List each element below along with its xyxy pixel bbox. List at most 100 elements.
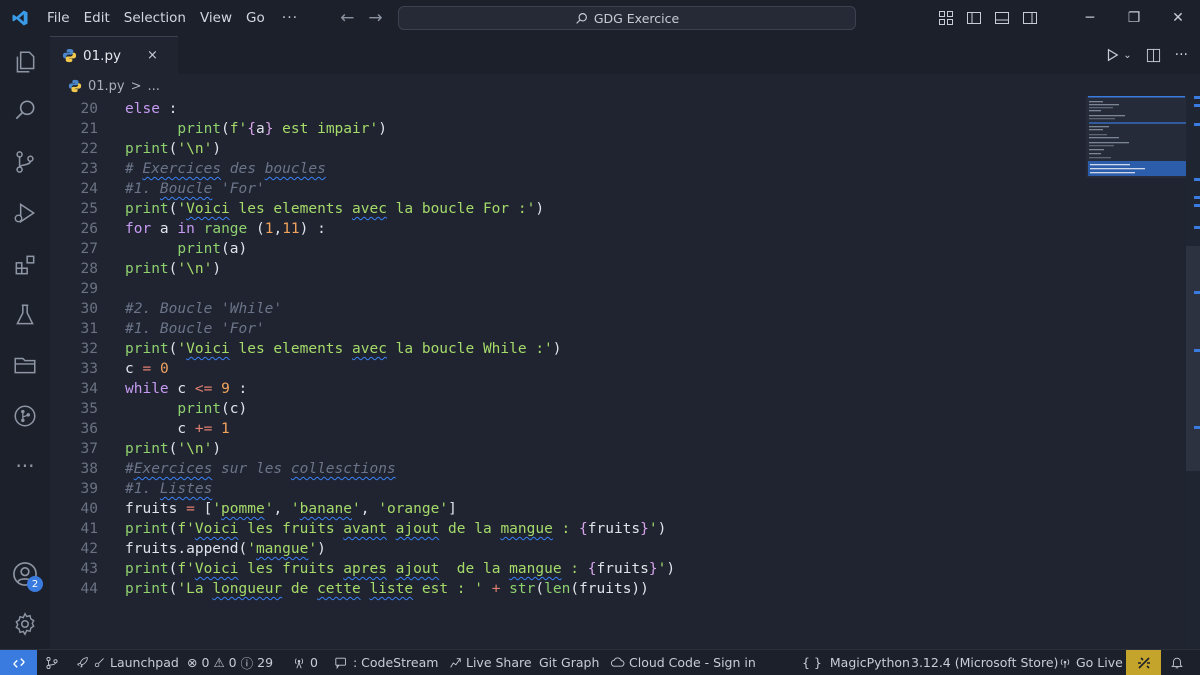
git-graph-status[interactable]: Git Graph (539, 650, 599, 675)
breadcrumb-file[interactable]: 01.py (88, 79, 125, 94)
restore-icon[interactable]: ❐ (1112, 0, 1156, 36)
code-token: ' (247, 541, 256, 557)
run-dropdown-chevron-icon[interactable]: ⌄ (1123, 50, 1131, 61)
menu-go[interactable]: Go (239, 0, 272, 36)
git-graph-icon[interactable] (0, 392, 50, 440)
code-line[interactable]: 26 for a in range (1,11) : (50, 219, 1086, 239)
codestream-status[interactable]: : CodeStream (334, 650, 438, 675)
notifications-bell-icon[interactable] (1170, 650, 1184, 675)
source-control-status-icon[interactable] (45, 650, 59, 675)
code-line[interactable]: 27 print(a) (50, 239, 1086, 259)
testing-flask-icon[interactable] (0, 291, 50, 339)
code-line[interactable]: 33 c = 0 (50, 359, 1086, 379)
customize-layout-icon[interactable] (938, 10, 954, 26)
explorer-icon[interactable] (0, 38, 50, 86)
minimap[interactable] (1086, 96, 1186, 178)
line-number: 37 (80, 441, 98, 457)
source-control-icon[interactable] (0, 138, 50, 186)
settings-gear-icon[interactable] (0, 600, 50, 648)
code-line[interactable]: 35 print(c) (50, 399, 1086, 419)
launchpad-status[interactable]: Launchpad (76, 650, 179, 675)
code-line[interactable]: 37 print('\n') (50, 439, 1086, 459)
code-line[interactable]: 40 fruits = ['pomme', 'banane', 'orange'] (50, 499, 1086, 519)
go-live-status[interactable]: Go Live (1058, 650, 1123, 675)
menu-view[interactable]: View (193, 0, 239, 36)
code-line[interactable]: 38 #Exercices sur les collesctions (50, 459, 1086, 479)
extensions-icon[interactable] (0, 241, 50, 289)
code-line[interactable]: 24 #1. Boucle 'For' (50, 179, 1086, 199)
code-line[interactable]: 32 print('Voici les elements avec la bouc… (50, 339, 1086, 359)
menu-selection[interactable]: Selection (117, 0, 193, 36)
code-line[interactable]: 44 print ('La longueur de cette liste est … (50, 579, 1086, 599)
tab-close-icon[interactable]: × (147, 48, 158, 63)
minimize-icon[interactable]: ─ (1068, 0, 1112, 36)
search-icon[interactable] (0, 86, 50, 134)
code-line[interactable]: 20 else : (50, 99, 1086, 119)
command-center-search[interactable]: GDG Exercice (398, 6, 856, 30)
code-line[interactable]: 34 while c <= 9 : (50, 379, 1086, 399)
toggle-primary-sidebar-icon[interactable] (966, 10, 982, 26)
folder-icon[interactable] (0, 341, 50, 389)
code-token: ( (247, 221, 265, 237)
code-token: { (247, 121, 256, 137)
live-share-status[interactable]: Live Share (448, 650, 532, 675)
vertical-scrollbar[interactable] (1186, 96, 1200, 648)
cloud-code-status[interactable]: Cloud Code - Sign in (610, 650, 756, 675)
split-editor-icon[interactable] (1146, 48, 1161, 63)
line-number: 30 (80, 301, 98, 317)
code-text: print('Voici les elements avec la boucle… (125, 199, 544, 219)
cloud-icon (610, 657, 625, 667)
code-token: longueur (212, 581, 283, 597)
code-line[interactable]: 22 print('\n') (50, 139, 1086, 159)
more-actions-icon[interactable]: ··· (1175, 47, 1188, 63)
code-token: (a) (221, 241, 248, 257)
python-interpreter-status[interactable]: 3.12.4 (Microsoft Store) (911, 650, 1058, 675)
ports-status[interactable]: 0 (292, 650, 318, 675)
code-line[interactable]: 21 print(f'{a} est impair') (50, 119, 1086, 139)
code-line[interactable]: 29 (50, 279, 1086, 299)
code-token: { (579, 521, 588, 537)
code-line[interactable]: 25 print('Voici les elements avec la bouc… (50, 199, 1086, 219)
code-line[interactable]: 43 print(f'Voici les fruits apres ajout d… (50, 559, 1086, 579)
back-arrow-icon[interactable]: ← (340, 8, 354, 28)
breadcrumb-symbols[interactable]: ... (148, 79, 160, 94)
menu-edit[interactable]: Edit (77, 0, 117, 36)
language-mode-status[interactable]: { } MagicPython (802, 650, 910, 675)
code-line[interactable]: 28 print('\n') (50, 259, 1086, 279)
code-text: #1. Listes (125, 479, 212, 499)
line-number: 40 (80, 501, 98, 517)
forward-arrow-icon[interactable]: → (368, 8, 382, 28)
remote-window-icon[interactable] (0, 650, 37, 675)
code-line[interactable]: 41 print(f'Voici les fruits avant ajout d… (50, 519, 1086, 539)
menu-more-button[interactable]: ··· (272, 10, 308, 26)
toggle-panel-icon[interactable] (994, 10, 1010, 26)
code-line[interactable]: 31 #1. Boucle 'For' (50, 319, 1086, 339)
problems-status[interactable]: ⊗ 0 ⚠ 0 ⓘ 29 (187, 650, 273, 675)
warning-icon: ⚠ (213, 655, 225, 670)
code-line[interactable]: 23 # Exercices des boucles (50, 159, 1086, 179)
code-line[interactable]: 42 fruits.append('mangue') (50, 539, 1086, 559)
code-editor[interactable]: 20 else :21 print(f'{a} est impair') 22 pri… (50, 99, 1086, 648)
toggle-secondary-sidebar-icon[interactable] (1022, 10, 1038, 26)
run-and-debug-icon[interactable] (0, 189, 50, 237)
code-token: while (125, 381, 169, 397)
close-icon[interactable]: ✕ (1156, 0, 1200, 36)
code-token: mangue (255, 541, 309, 557)
copilot-status-icon[interactable] (1126, 650, 1161, 675)
editor-actions: ⌄ ··· (1105, 36, 1188, 74)
code-token: ' (308, 541, 318, 557)
interpreter-label: 3.12.4 (Microsoft Store) (911, 655, 1059, 670)
code-line[interactable]: 39 #1. Listes (50, 479, 1086, 499)
menu-file[interactable]: File (40, 0, 77, 36)
line-number: 44 (80, 581, 98, 597)
tab-01-py[interactable]: 01.py × (50, 36, 178, 74)
error-count: 0 (201, 655, 210, 670)
code-line[interactable]: 30 #2. Boucle 'While' (50, 299, 1086, 319)
run-python-file-icon[interactable] (1105, 48, 1119, 62)
code-line[interactable]: 36 c += 1 (50, 419, 1086, 439)
more-views-icon[interactable]: ··· (0, 442, 50, 490)
accounts-icon[interactable]: 2 (0, 550, 50, 598)
code-token: avec (352, 201, 387, 217)
info-icon: ⓘ (240, 656, 254, 671)
